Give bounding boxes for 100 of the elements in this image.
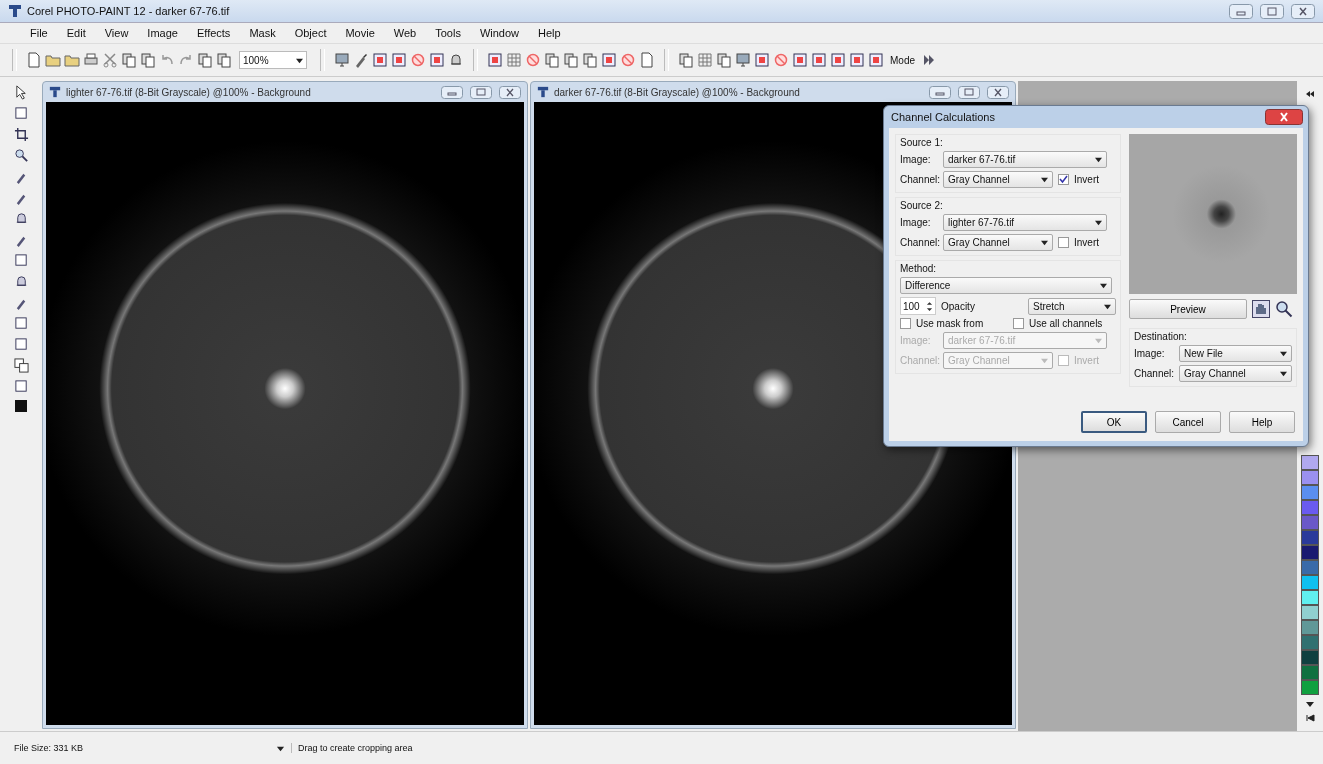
- minimize-button[interactable]: [441, 85, 463, 99]
- square-icon[interactable]: [487, 52, 503, 68]
- prohibited-icon[interactable]: [620, 52, 636, 68]
- dialog-button[interactable]: OK: [1081, 411, 1147, 433]
- copy-icon[interactable]: [678, 52, 694, 68]
- copy-icon[interactable]: [544, 52, 560, 68]
- menu-item[interactable]: Edit: [66, 27, 86, 39]
- mode-button[interactable]: Mode: [887, 54, 918, 66]
- copy-icon[interactable]: [121, 52, 137, 68]
- scroll-down-icon[interactable]: [1305, 699, 1315, 709]
- maximize-button[interactable]: [1260, 3, 1284, 19]
- square-icon[interactable]: [13, 253, 29, 268]
- image-dropdown[interactable]: New File: [1179, 345, 1292, 362]
- collapse-icon[interactable]: [1305, 89, 1315, 99]
- color-swatch[interactable]: [1301, 500, 1319, 515]
- square-icon[interactable]: [13, 106, 29, 121]
- menu-item[interactable]: Image: [147, 27, 178, 39]
- color-swatch[interactable]: [1301, 680, 1319, 695]
- square-icon[interactable]: [811, 52, 827, 68]
- square-icon[interactable]: [754, 52, 770, 68]
- minimize-button[interactable]: [1229, 3, 1253, 19]
- color-swatch[interactable]: [1301, 515, 1319, 530]
- copy-icon[interactable]: [716, 52, 732, 68]
- menu-item[interactable]: Mask: [249, 27, 276, 39]
- square-icon[interactable]: [429, 52, 445, 68]
- bell-icon[interactable]: [448, 52, 464, 68]
- menu-item[interactable]: Movie: [345, 27, 375, 39]
- square-icon[interactable]: [792, 52, 808, 68]
- menu-item[interactable]: File: [30, 27, 48, 39]
- grid-icon[interactable]: [506, 52, 522, 68]
- checkbox[interactable]: [1058, 237, 1069, 248]
- maximize-button[interactable]: [470, 85, 492, 99]
- folder-icon[interactable]: [45, 52, 61, 68]
- color-swatch[interactable]: [1301, 590, 1319, 605]
- checkbox[interactable]: [900, 318, 911, 329]
- channel-dropdown[interactable]: Gray Channel: [943, 234, 1053, 251]
- dialog-button[interactable]: Cancel: [1155, 411, 1221, 433]
- color-swatch[interactable]: [1301, 485, 1319, 500]
- menu-item[interactable]: Object: [294, 27, 327, 39]
- square-icon[interactable]: [13, 337, 29, 352]
- maximize-button[interactable]: [958, 85, 980, 99]
- monitor-icon[interactable]: [334, 52, 350, 68]
- color-swatch[interactable]: [1301, 620, 1319, 635]
- color-swatch[interactable]: [1301, 470, 1319, 485]
- magnifier-icon[interactable]: [13, 148, 29, 163]
- color-swatch[interactable]: [1301, 560, 1319, 575]
- square-icon[interactable]: [391, 52, 407, 68]
- square-icon[interactable]: [372, 52, 388, 68]
- pointer-icon[interactable]: [13, 85, 29, 100]
- square-icon[interactable]: [830, 52, 846, 68]
- close-button[interactable]: [1291, 3, 1315, 19]
- method-dropdown[interactable]: Difference: [900, 277, 1112, 294]
- close-button[interactable]: [987, 85, 1009, 99]
- menu-item[interactable]: View: [104, 27, 129, 39]
- channel-dropdown[interactable]: Gray Channel: [943, 171, 1053, 188]
- brush-icon[interactable]: [353, 52, 369, 68]
- forward-icon[interactable]: [921, 52, 937, 68]
- color-swatch[interactable]: [15, 400, 27, 412]
- scroll-end-icon[interactable]: [1305, 713, 1315, 723]
- opacity-spinner[interactable]: 100: [900, 297, 936, 315]
- color-swatch[interactable]: [1301, 530, 1319, 545]
- dialog-button[interactable]: Help: [1229, 411, 1295, 433]
- close-button[interactable]: [499, 85, 521, 99]
- color-swatch[interactable]: [1301, 605, 1319, 620]
- square-icon[interactable]: [13, 379, 29, 394]
- swap-icon[interactable]: [13, 358, 29, 373]
- prohibited-icon[interactable]: [410, 52, 426, 68]
- copy-icon[interactable]: [563, 52, 579, 68]
- color-swatch[interactable]: [1301, 545, 1319, 560]
- zoom-dropdown[interactable]: 100%: [239, 51, 307, 69]
- color-swatch[interactable]: [1301, 635, 1319, 650]
- page-icon[interactable]: [26, 52, 42, 68]
- checkbox[interactable]: [1058, 174, 1069, 185]
- color-swatch[interactable]: [1301, 575, 1319, 590]
- minimize-button[interactable]: [929, 85, 951, 99]
- square-icon[interactable]: [13, 316, 29, 331]
- spinner-arrows-icon[interactable]: [926, 300, 933, 312]
- crop-icon[interactable]: [13, 127, 29, 142]
- menu-item[interactable]: Window: [479, 27, 520, 39]
- prohibited-icon[interactable]: [773, 52, 789, 68]
- color-swatch[interactable]: [1301, 455, 1319, 470]
- menu-item[interactable]: Help: [538, 27, 561, 39]
- channel-dropdown[interactable]: Gray Channel: [1179, 365, 1292, 382]
- square-icon[interactable]: [601, 52, 617, 68]
- checkbox[interactable]: [1058, 355, 1069, 366]
- copy-icon[interactable]: [140, 52, 156, 68]
- square-icon[interactable]: [849, 52, 865, 68]
- scaling-dropdown[interactable]: Stretch: [1028, 297, 1116, 315]
- checkbox[interactable]: [1013, 318, 1024, 329]
- menu-item[interactable]: Tools: [435, 27, 461, 39]
- printer-icon[interactable]: [83, 52, 99, 68]
- copy-icon[interactable]: [582, 52, 598, 68]
- monitor-icon[interactable]: [735, 52, 751, 68]
- image-dropdown[interactable]: darker 67-76.tif: [943, 151, 1107, 168]
- color-swatch[interactable]: [1301, 650, 1319, 665]
- close-button[interactable]: [1265, 109, 1303, 125]
- image-dropdown[interactable]: lighter 67-76.tif: [943, 214, 1107, 231]
- menu-item[interactable]: Effects: [196, 27, 231, 39]
- hand-icon[interactable]: [1252, 300, 1270, 318]
- prohibited-icon[interactable]: [525, 52, 541, 68]
